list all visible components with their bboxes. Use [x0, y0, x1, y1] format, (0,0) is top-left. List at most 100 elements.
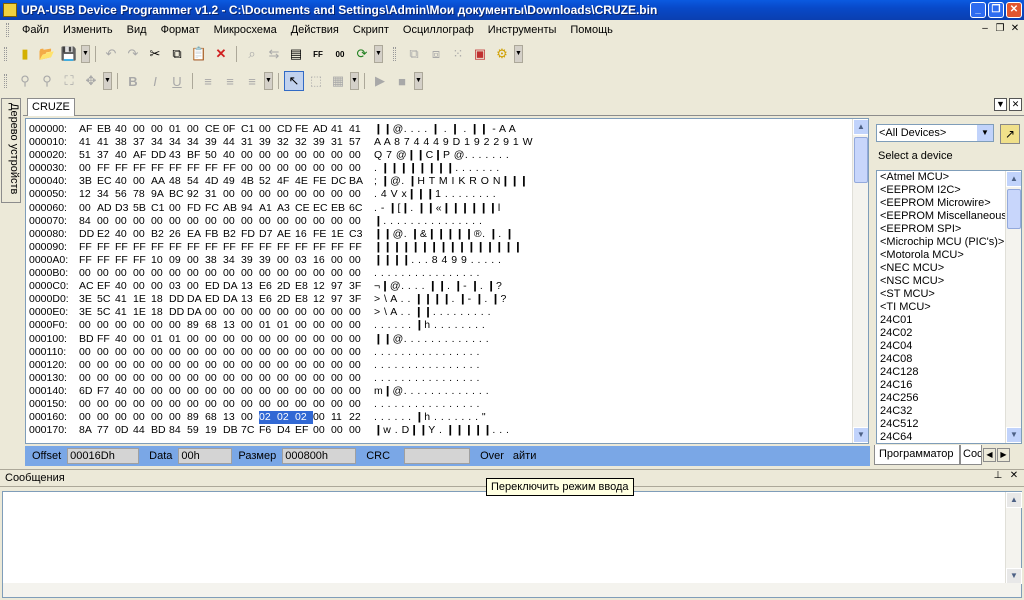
hex-byte[interactable]: FF — [115, 254, 133, 267]
hex-byte[interactable]: 00 — [277, 254, 295, 267]
hex-byte[interactable]: E8 — [295, 293, 313, 306]
hex-byte[interactable]: DA — [223, 293, 241, 306]
hex-byte[interactable]: 52 — [259, 175, 277, 188]
hex-byte[interactable]: 00 — [313, 346, 331, 359]
underline-icon[interactable]: U — [167, 71, 187, 91]
hex-byte[interactable]: 00 — [205, 267, 223, 280]
hex-byte[interactable]: 44 — [223, 136, 241, 149]
fit-icon[interactable]: ⛶ — [59, 71, 79, 91]
hex-byte[interactable]: 00 — [223, 346, 241, 359]
toolbar-dropdown-4[interactable]: ▼ — [103, 72, 112, 90]
hex-byte[interactable]: FE — [313, 228, 331, 241]
device-list-item[interactable]: 24C32 — [877, 405, 1021, 418]
hex-byte[interactable]: EA — [187, 228, 205, 241]
menu-chip[interactable]: Микросхема — [207, 24, 284, 36]
italic-icon[interactable]: I — [145, 71, 165, 91]
hex-byte[interactable]: FF — [133, 162, 151, 175]
hex-byte[interactable]: 00 — [295, 372, 313, 385]
hex-byte[interactable]: FD — [241, 228, 259, 241]
messages-scrollbar[interactable]: ▲ ▼ — [1005, 492, 1022, 584]
hex-byte[interactable]: FF — [115, 241, 133, 254]
hex-byte[interactable]: 00 — [205, 306, 223, 319]
device-scroll-up-icon[interactable]: ▲ — [1006, 171, 1021, 187]
device-list-scrollbar[interactable]: ▲ ▼ — [1005, 171, 1021, 443]
hex-byte[interactable]: 00 — [313, 424, 331, 437]
hex-byte[interactable]: 00 — [79, 359, 97, 372]
hex-byte[interactable]: 02 — [277, 411, 295, 425]
hex-byte[interactable]: 00 — [313, 149, 331, 162]
hex-byte[interactable]: 00 — [115, 319, 133, 332]
hex-byte[interactable]: 00 — [187, 359, 205, 372]
device-list-item[interactable]: <NSC MCU> — [877, 275, 1021, 288]
hex-byte[interactable]: 01 — [169, 123, 187, 136]
hex-byte[interactable]: 48 — [169, 175, 187, 188]
hex-byte[interactable]: 00 — [259, 123, 277, 136]
hex-byte[interactable]: 1E — [331, 228, 349, 241]
hex-byte[interactable]: BF — [187, 149, 205, 162]
hex-byte[interactable]: 00 — [133, 319, 151, 332]
hex-byte[interactable]: 00 — [133, 385, 151, 398]
bold-icon[interactable]: B — [123, 71, 143, 91]
hex-byte[interactable]: 00 — [313, 398, 331, 411]
hex-byte[interactable]: DB — [223, 424, 241, 437]
hex-byte[interactable]: FF — [97, 254, 115, 267]
hex-byte[interactable]: 89 — [187, 411, 205, 424]
hex-byte[interactable]: 00 — [277, 162, 295, 175]
grid-icon[interactable]: ⁙ — [448, 44, 468, 64]
hex-byte[interactable]: 00 — [151, 215, 169, 228]
hex-byte[interactable]: DD — [169, 293, 187, 306]
device-list-item[interactable]: 24C256 — [877, 392, 1021, 405]
hex-byte[interactable]: 00 — [295, 319, 313, 332]
hex-byte[interactable]: 00 — [133, 411, 151, 424]
device-list-item[interactable]: <EEPROM Miscellaneous> — [877, 210, 1021, 223]
hex-byte[interactable]: 41 — [331, 123, 349, 136]
hex-byte[interactable]: D3 — [115, 202, 133, 215]
hex-byte[interactable]: 00 — [259, 162, 277, 175]
hex-byte[interactable]: 02 — [259, 411, 277, 425]
hex-byte[interactable]: AE — [277, 228, 295, 241]
hex-byte[interactable]: 00 — [331, 162, 349, 175]
hex-byte[interactable]: 31 — [205, 188, 223, 201]
hex-byte[interactable]: AC — [79, 280, 97, 293]
hex-byte[interactable]: 00 — [79, 398, 97, 411]
hex-byte[interactable]: 97 — [331, 293, 349, 306]
hex-byte[interactable]: 00 — [313, 411, 331, 424]
messages-area[interactable]: ▲ ▼ — [2, 491, 1022, 598]
hex-byte[interactable]: 00 — [313, 333, 331, 346]
open-icon[interactable]: 📂 — [37, 44, 57, 64]
hex-byte[interactable]: FE — [313, 175, 331, 188]
hex-byte[interactable]: 00 — [187, 267, 205, 280]
messages-horizontal-scrollbar[interactable] — [3, 583, 1021, 597]
device-list-item[interactable]: <EEPROM Microwire> — [877, 197, 1021, 210]
hex-ascii[interactable]: . . . . . . . . . . . . . . . . — [373, 372, 480, 385]
hex-byte[interactable]: FF — [331, 241, 349, 254]
hex-editor[interactable]: 000000: AF EB 40 00 00 01 00 CE 0F C1 00 CD FE AD 41 41 ❙… — [25, 118, 869, 444]
hex-byte[interactable]: 00 — [223, 398, 241, 411]
hex-byte[interactable]: 00 — [151, 280, 169, 293]
hex-byte[interactable]: 00 — [241, 319, 259, 332]
hex-byte[interactable]: 00 — [187, 346, 205, 359]
move-icon[interactable]: ✥ — [81, 71, 101, 91]
hex-byte[interactable]: F6 — [259, 424, 277, 437]
undo-icon[interactable]: ↶ — [101, 44, 121, 64]
hex-byte[interactable]: 00 — [295, 188, 313, 201]
hex-byte[interactable]: FF — [169, 162, 187, 175]
hex-byte[interactable]: 00 — [349, 346, 367, 359]
hex-byte[interactable]: 41 — [349, 123, 367, 136]
tab-close-icon[interactable]: ✕ — [1009, 98, 1022, 111]
hex-byte[interactable]: 3F — [349, 280, 367, 293]
hex-byte[interactable]: FF — [205, 241, 223, 254]
chip-edit-icon[interactable]: ▣ — [470, 44, 490, 64]
align-left-icon[interactable]: ≡ — [198, 71, 218, 91]
hex-byte[interactable]: 00 — [331, 372, 349, 385]
settings-icon[interactable]: ⚙ — [492, 44, 512, 64]
device-list[interactable]: <Atmel MCU> <EEPROM I2C> <EEPROM Microwire… — [876, 170, 1022, 444]
hex-byte[interactable]: 00 — [79, 162, 97, 175]
messages-scroll-down-icon[interactable]: ▼ — [1006, 568, 1022, 584]
hex-byte[interactable]: 5C — [97, 293, 115, 306]
hex-byte[interactable]: DC — [331, 175, 349, 188]
hex-byte[interactable]: 00 — [349, 254, 367, 267]
hex-byte[interactable]: 00 — [295, 333, 313, 346]
hex-byte[interactable]: 5C — [97, 306, 115, 319]
hex-byte[interactable]: 00 — [79, 411, 97, 424]
